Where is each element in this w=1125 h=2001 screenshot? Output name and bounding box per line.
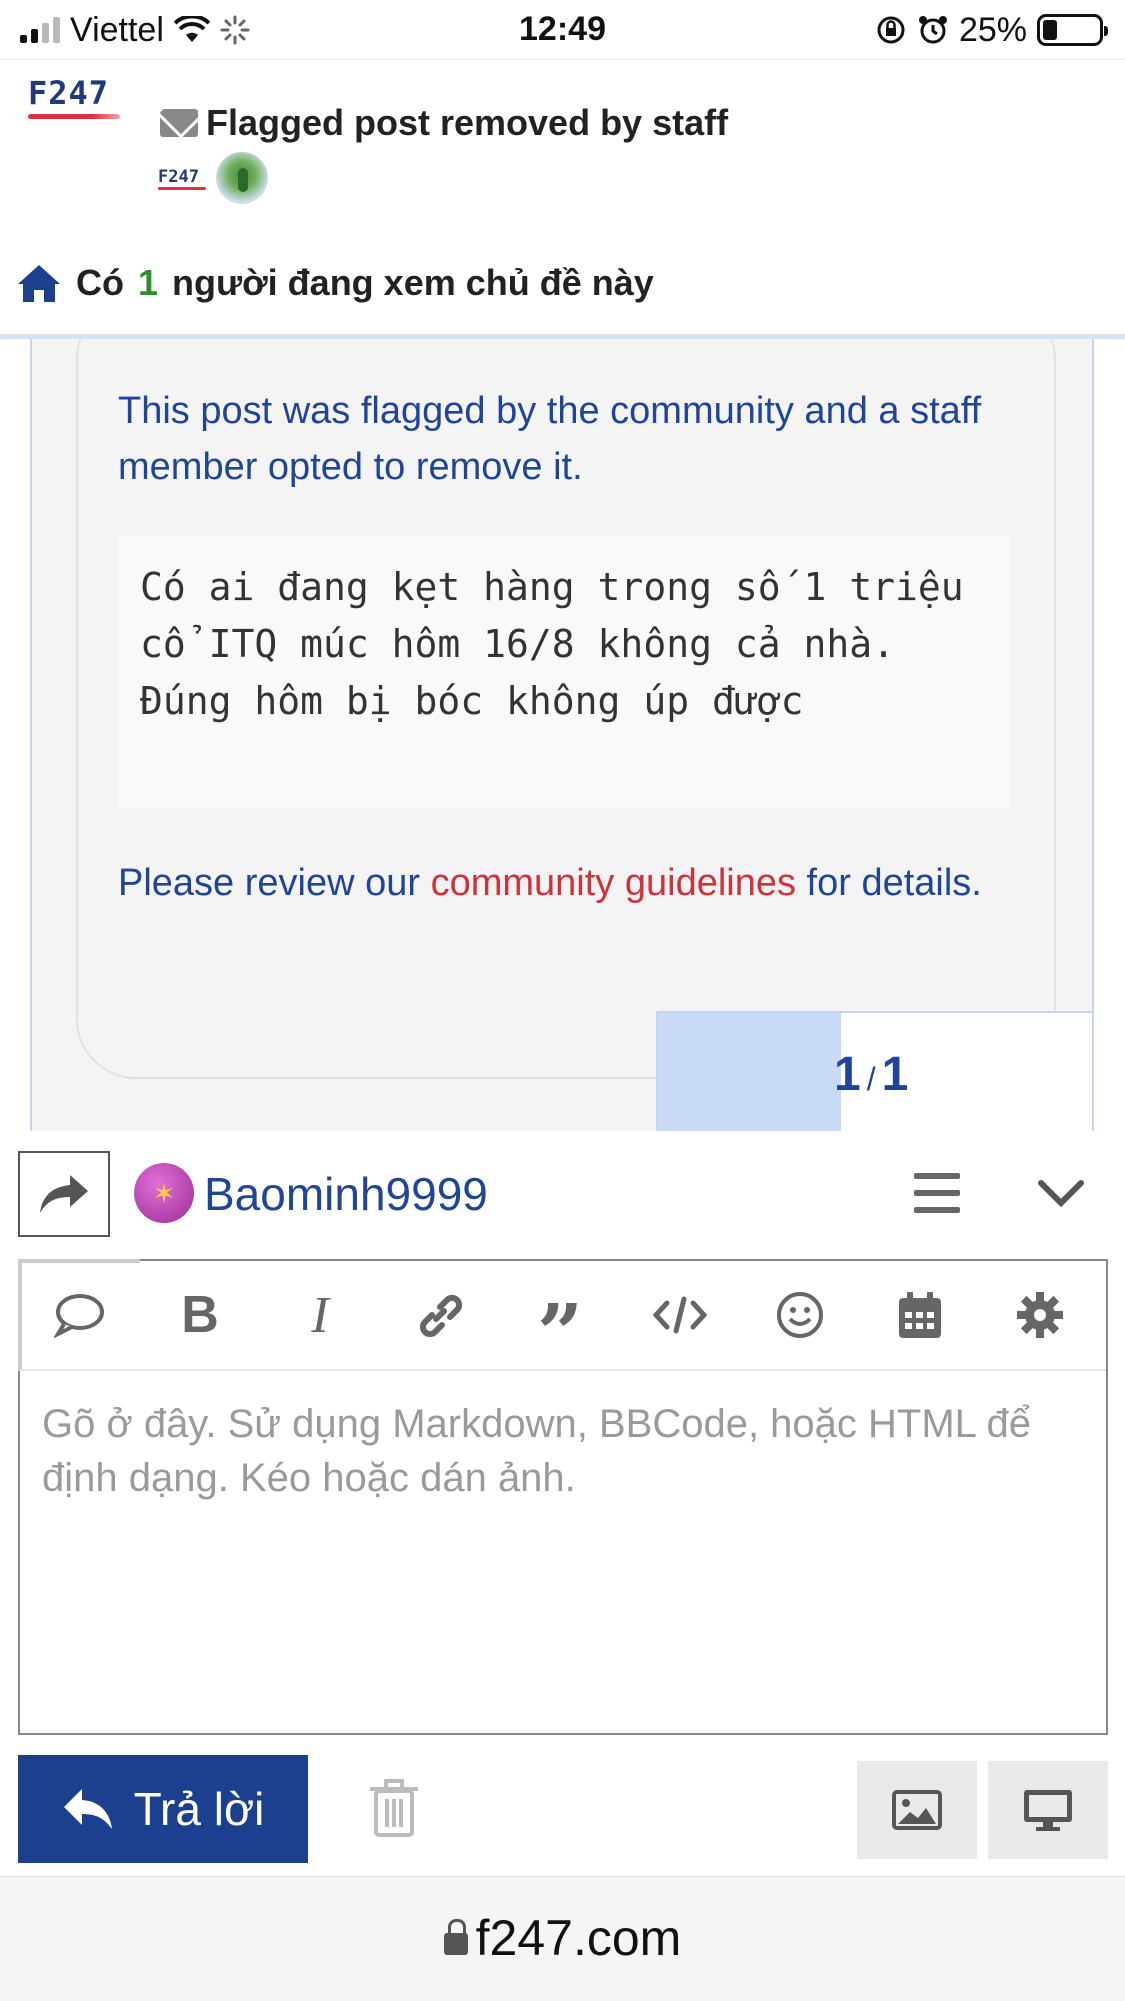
calendar-icon[interactable] xyxy=(860,1260,980,1370)
site-logo[interactable]: F247 xyxy=(28,74,120,119)
viewing-indicator: Có 1 người đang xem chủ đề này xyxy=(16,262,654,304)
username[interactable]: Baominh9999 xyxy=(204,1167,488,1221)
current-post: 1 xyxy=(834,1048,861,1101)
quoted-post-text: Có ai đang kẹt hàng trong số 1 triệu cổ … xyxy=(118,537,1010,807)
emoji-icon[interactable] xyxy=(740,1260,860,1370)
rotation-lock-icon xyxy=(877,16,905,44)
topic-timeline[interactable]: 1/1 xyxy=(656,1011,1092,1131)
toggle-preview-button[interactable] xyxy=(988,1761,1108,1859)
chevron-down-icon[interactable] xyxy=(1036,1173,1086,1213)
battery-percent: 25% xyxy=(958,10,1027,49)
topic-participants: F247 xyxy=(158,152,268,204)
topic-title-text: Flagged post removed by staff xyxy=(206,102,729,143)
envelope-icon xyxy=(160,109,198,137)
link-icon[interactable] xyxy=(380,1260,500,1370)
reply-button-label: Trả lời xyxy=(133,1783,265,1835)
community-guidelines-link[interactable]: community guidelines xyxy=(431,862,796,904)
status-bar: Viettel 12:49 25% xyxy=(0,0,1125,60)
participant-avatar[interactable] xyxy=(216,152,268,204)
image-icon xyxy=(892,1790,942,1830)
upload-image-button[interactable] xyxy=(857,1761,977,1859)
logo-text: F247 xyxy=(28,74,110,112)
italic-icon[interactable]: I xyxy=(260,1260,380,1370)
viewing-prefix: Có xyxy=(76,262,124,303)
speech-bubble-icon[interactable] xyxy=(20,1260,140,1370)
editor-toolbar: B I ” xyxy=(20,1260,1106,1373)
quote-icon[interactable]: ” xyxy=(500,1260,620,1373)
url-text: f247.com xyxy=(475,1910,682,1966)
reply-arrow-icon xyxy=(63,1789,112,1829)
trash-icon[interactable] xyxy=(368,1777,420,1839)
menu-icon[interactable] xyxy=(914,1173,960,1213)
browser-url-bar[interactable]: f247.com xyxy=(0,1876,1125,2001)
participant-logo[interactable]: F247 xyxy=(158,167,206,190)
participant-logo-text: F247 xyxy=(158,166,199,187)
share-arrow-icon xyxy=(40,1175,88,1213)
reply-to-button[interactable] xyxy=(18,1151,110,1237)
review-suffix: for details. xyxy=(796,862,982,904)
battery-icon xyxy=(1037,14,1108,46)
post-counter: 1/1 xyxy=(834,1047,908,1102)
status-right: 25% xyxy=(875,10,1108,50)
timeline-progress xyxy=(658,1013,842,1131)
user-avatar[interactable]: ✶ xyxy=(134,1163,194,1223)
post-stream: This post was flagged by the community a… xyxy=(30,339,1094,1131)
desktop-icon xyxy=(1024,1790,1072,1831)
topic-title[interactable]: Flagged post removed by staff xyxy=(160,102,728,144)
reply-textarea[interactable]: Gõ ở đây. Sử dụng Markdown, BBCode, hoặc… xyxy=(42,1397,1082,1505)
reply-composer: ✶ Baominh9999 B I ” Gõ ở đây. Sử dụng Ma… xyxy=(0,1131,1125,1876)
flag-notice: This post was flagged by the community a… xyxy=(118,390,982,488)
lock-icon xyxy=(443,1919,468,1955)
review-prefix: Please review our xyxy=(118,862,431,904)
viewing-suffix: người đang xem chủ đề này xyxy=(172,262,654,303)
editor: B I ” Gõ ở đây. Sử dụng Markdown, BBCode… xyxy=(18,1259,1108,1735)
guidelines-notice: Please review our community guidelines f… xyxy=(118,855,1018,911)
counter-separator: / xyxy=(866,1061,876,1097)
viewer-count: 1 xyxy=(138,262,159,303)
home-icon[interactable] xyxy=(16,262,62,304)
total-posts: 1 xyxy=(881,1048,909,1101)
alarm-icon xyxy=(918,16,947,44)
code-icon[interactable] xyxy=(620,1260,740,1370)
gear-icon[interactable] xyxy=(980,1260,1100,1370)
url-display[interactable]: f247.com xyxy=(0,1909,1125,1967)
reply-button[interactable]: Trả lời xyxy=(18,1755,308,1863)
bold-icon[interactable]: B xyxy=(140,1260,260,1370)
